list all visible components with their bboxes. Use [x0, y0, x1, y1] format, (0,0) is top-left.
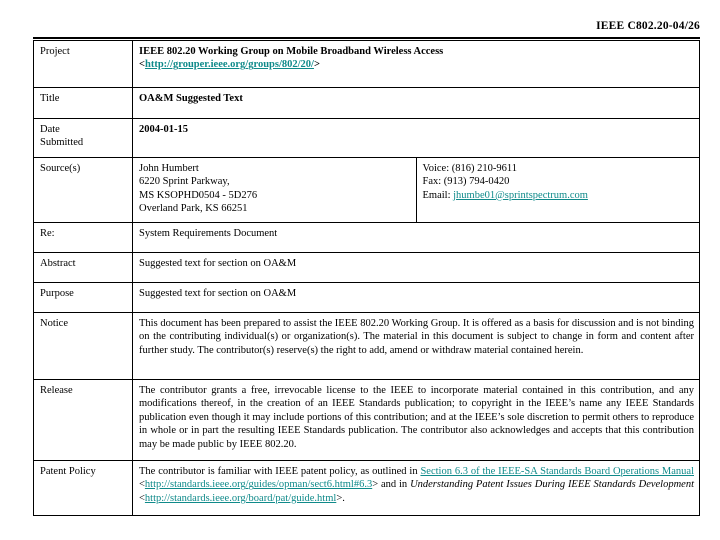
row-label-re: Re:	[33, 222, 133, 253]
source-email-label: Email:	[422, 189, 454, 201]
row-label-title: Title	[33, 87, 133, 119]
source-email-link[interactable]: jhumbe01@sprintspectrum.com	[453, 190, 588, 201]
source-address-line-2: MS KSOPHD0504 - 5D276	[139, 189, 258, 201]
date-label-line-2: Submitted	[40, 137, 84, 149]
source-address-line-1: 6220 Sprint Parkway,	[139, 176, 230, 188]
row-label-abstract: Abstract	[33, 252, 133, 283]
row-label-patent-policy: Patent Policy	[33, 460, 133, 516]
row-value-notice: This document has been prepared to assis…	[132, 312, 700, 380]
table-row-notice: Notice This document has been prepared t…	[33, 312, 700, 380]
header-divider-rule	[33, 37, 700, 39]
row-label-release: Release	[33, 379, 133, 461]
date-label-line-1: Date	[40, 124, 60, 135]
source-address-cell: John Humbert 6220 Sprint Parkway, MS KSO…	[132, 157, 417, 223]
table-row-re: Re: System Requirements Document	[33, 222, 700, 253]
project-url-close-bracket: >	[313, 59, 320, 71]
table-row-date-submitted: Date Submitted 2004-01-15	[33, 118, 700, 158]
table-row-project: Project IEEE 802.20 Working Group on Mob…	[33, 40, 700, 88]
table-row-purpose: Purpose Suggested text for section on OA…	[33, 282, 700, 313]
row-label-sources: Source(s)	[33, 157, 133, 223]
project-url-link[interactable]: http://grouper.ieee.org/groups/802/20/	[145, 59, 314, 70]
patent-section-link[interactable]: Section 6.3 of the IEEE-SA Standards Boa…	[420, 466, 694, 477]
patent-text-before: The contributor is familiar with IEEE pa…	[139, 466, 421, 477]
row-value-re: System Requirements Document	[132, 222, 700, 253]
row-value-date-submitted: 2004-01-15	[132, 118, 700, 158]
table-row-title: Title OA&M Suggested Text	[33, 87, 700, 119]
patent-operations-manual-url-link[interactable]: http://standards.ieee.org/guides/opman/s…	[145, 479, 372, 490]
source-contact-cell: Voice: (816) 210-9611 Fax: (913) 794-042…	[415, 157, 700, 223]
document-page: IEEE C802.20-04/26 Project IEEE 802.20 W…	[0, 0, 720, 540]
source-fax: Fax: (913) 794-0420	[422, 176, 510, 188]
source-name: John Humbert	[139, 163, 199, 174]
row-label-date-submitted: Date Submitted	[33, 118, 133, 158]
table-row-sources: Source(s) John Humbert 6220 Sprint Parkw…	[33, 157, 700, 223]
patent-url2-close-bracket: >.	[336, 492, 345, 504]
row-value-abstract: Suggested text for section on OA&M	[132, 252, 700, 283]
patent-guide-url-link[interactable]: http://standards.ieee.org/board/pat/guid…	[145, 493, 336, 504]
source-email-line: Email: jhumbe01@sprintspectrum.com	[423, 189, 695, 202]
row-label-project: Project	[33, 40, 133, 88]
row-value-purpose: Suggested text for section on OA&M	[132, 282, 700, 313]
document-header-id: IEEE C802.20-04/26	[596, 20, 700, 32]
project-name-text: IEEE 802.20 Working Group on Mobile Broa…	[139, 46, 444, 57]
table-row-release: Release The contributor grants a free, i…	[33, 379, 700, 461]
row-value-title: OA&M Suggested Text	[132, 87, 700, 119]
patent-italic-title: Understanding Patent Issues During IEEE …	[410, 479, 695, 491]
table-row-abstract: Abstract Suggested text for section on O…	[33, 252, 700, 283]
row-label-purpose: Purpose	[33, 282, 133, 313]
cover-sheet-table: Project IEEE 802.20 Working Group on Mob…	[33, 40, 700, 516]
row-label-notice: Notice	[33, 312, 133, 380]
source-voice: Voice: (816) 210-9611	[422, 163, 518, 174]
row-value-patent-policy: The contributor is familiar with IEEE pa…	[132, 460, 700, 516]
patent-text-middle: and in	[378, 479, 411, 491]
row-value-release: The contributor grants a free, irrevocab…	[132, 379, 700, 461]
row-value-project: IEEE 802.20 Working Group on Mobile Broa…	[132, 40, 700, 88]
source-address-line-3: Overland Park, KS 66251	[139, 203, 248, 215]
table-row-patent-policy: Patent Policy The contributor is familia…	[33, 460, 700, 516]
